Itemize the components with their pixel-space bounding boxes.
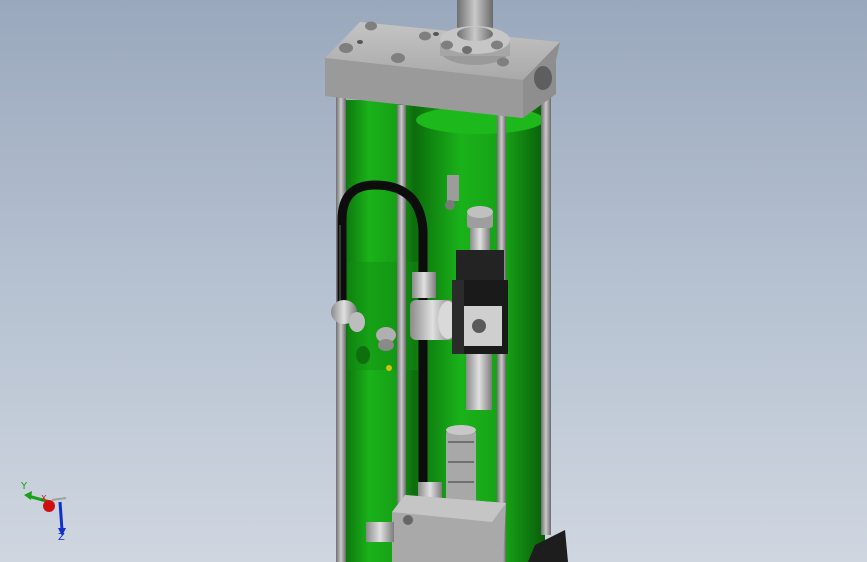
cad-graphics-viewport[interactable]: Y X Z (0, 0, 867, 562)
tie-rod-4 (541, 95, 551, 535)
valve-outlet-port (472, 319, 486, 333)
valve-body-top (456, 250, 504, 280)
z-axis-arrow (58, 501, 64, 531)
tee-fitting (412, 272, 436, 298)
z-axis-label: Z (58, 532, 65, 543)
mounting-bracket (447, 175, 459, 201)
x-axis-label: X (41, 494, 47, 503)
tie-rod-1 (336, 95, 346, 562)
filter-bowl (466, 354, 492, 410)
top-plate-port (534, 66, 552, 90)
y-axis-label: Y (21, 481, 28, 492)
pneumatic-cylinder-assembly-model[interactable] (0, 0, 867, 562)
side-fitting (366, 522, 394, 542)
barrel-port (356, 346, 370, 364)
orientation-triad[interactable]: Y X Z (14, 478, 78, 548)
tie-rod-2 (397, 105, 406, 562)
